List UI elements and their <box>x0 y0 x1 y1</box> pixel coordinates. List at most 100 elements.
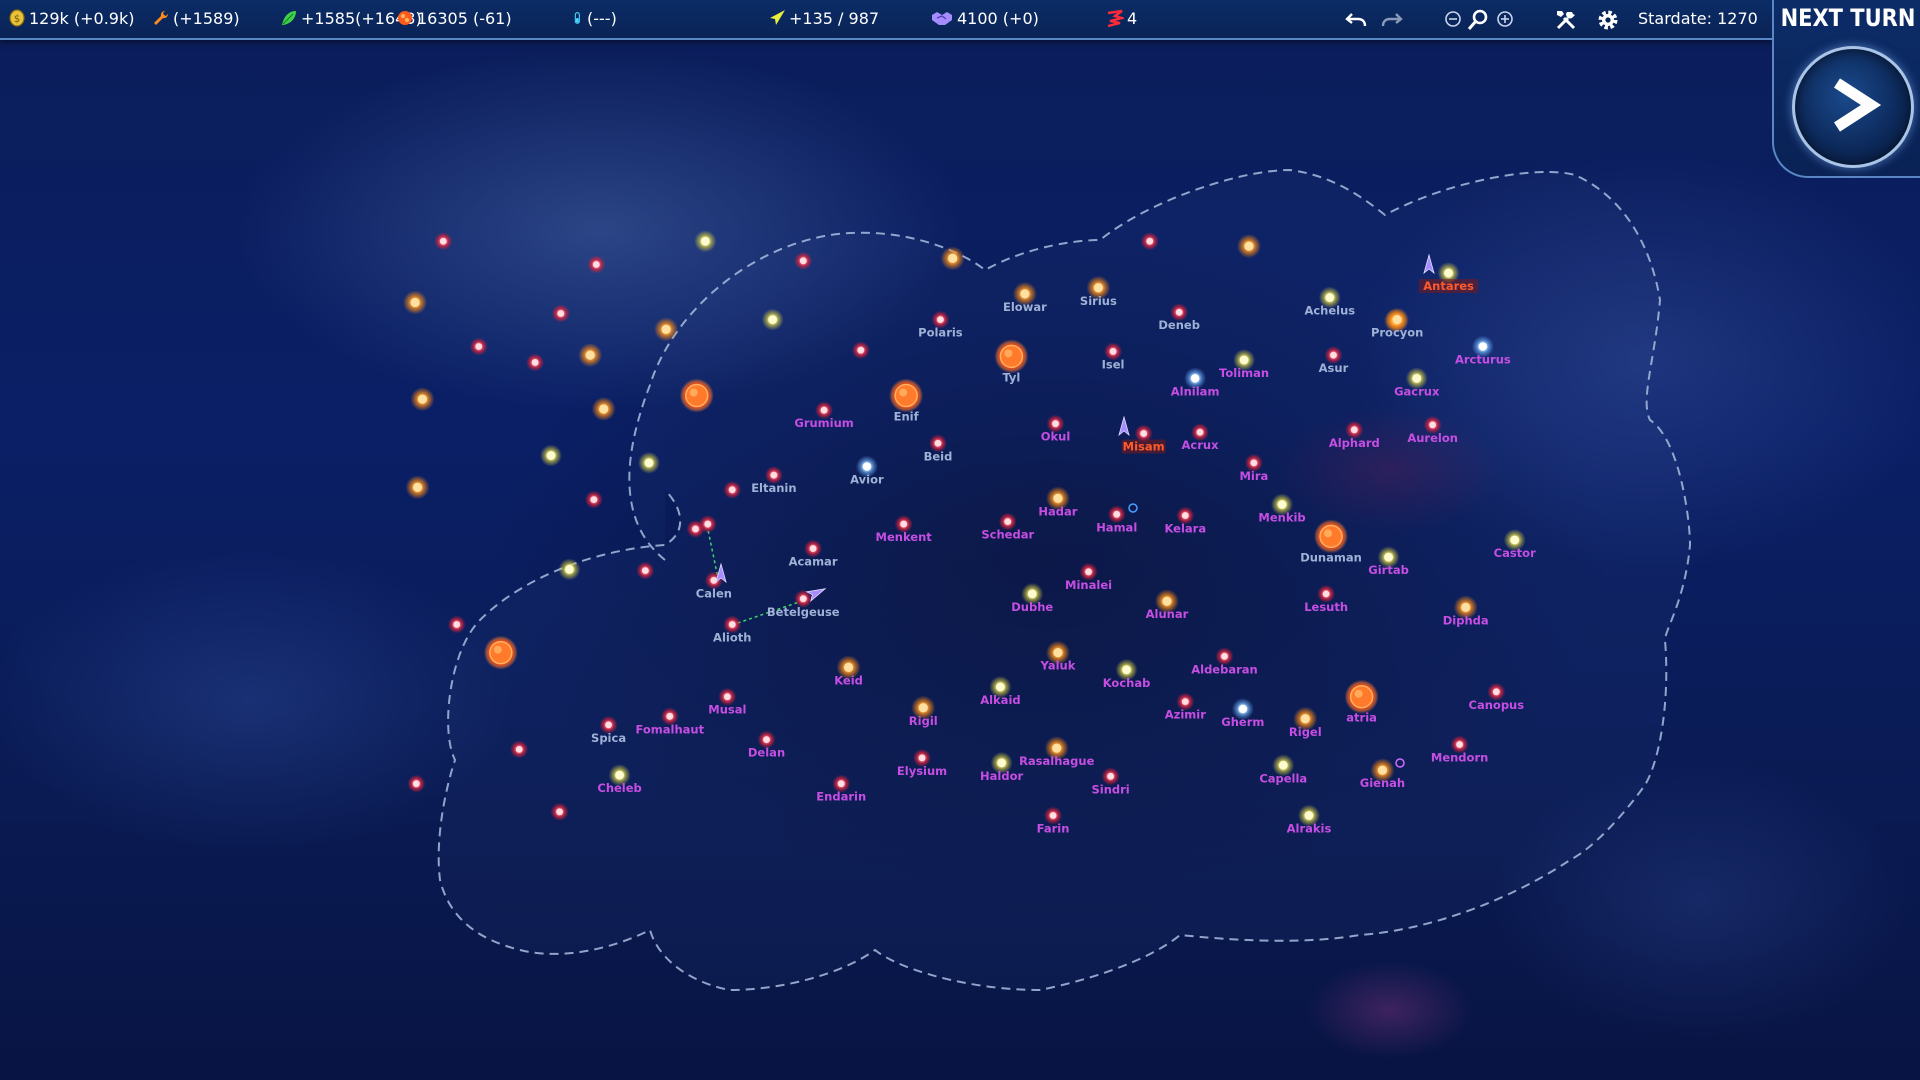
fleets-resource[interactable]: 4 <box>1106 0 1137 38</box>
star-core <box>692 525 699 533</box>
star-system[interactable] <box>526 353 545 372</box>
undo-icon[interactable] <box>1344 8 1368 32</box>
command-resource[interactable]: +135 / 987 <box>768 0 879 38</box>
star-system[interactable] <box>587 255 606 274</box>
star-system[interactable] <box>794 251 813 270</box>
star-core <box>489 640 513 665</box>
star-core <box>862 462 872 471</box>
star-core <box>768 315 778 324</box>
star-core <box>948 253 958 263</box>
system-label: Menkib <box>1258 510 1305 524</box>
star-system[interactable] <box>637 451 660 474</box>
star-core <box>641 567 649 575</box>
credits-resource[interactable]: $ 129k (+0.9k) <box>8 0 135 38</box>
star-system[interactable] <box>447 615 466 634</box>
star-system[interactable] <box>550 802 569 821</box>
system-label: Toliman <box>1219 366 1269 380</box>
industry-resource[interactable]: (+1589) <box>152 0 240 38</box>
test-tube-icon <box>574 12 580 24</box>
population-resource[interactable]: 16305 (-61) <box>396 0 512 38</box>
next-turn-panel: NEXT TURN <box>1772 0 1920 178</box>
gear-icon[interactable] <box>1596 8 1620 32</box>
system-label: Hamal <box>1096 520 1137 534</box>
system-label: Grumium <box>794 416 853 430</box>
star-system[interactable] <box>469 337 488 356</box>
star-core <box>412 482 423 492</box>
star-system[interactable] <box>403 290 428 315</box>
zoom-in-icon[interactable] <box>1496 10 1514 28</box>
fleets-value: 4 <box>1127 9 1138 28</box>
system-label: Misam <box>1123 439 1165 453</box>
star-core <box>1221 652 1228 660</box>
star-highlight <box>689 388 698 397</box>
star-system[interactable] <box>694 230 717 253</box>
system-label: Rasalhague <box>1019 754 1095 768</box>
star-core <box>820 406 828 414</box>
star-system[interactable] <box>578 343 603 368</box>
star-core <box>1377 765 1388 775</box>
star-system[interactable] <box>483 635 518 670</box>
star-system[interactable] <box>405 475 430 500</box>
zoom-out-icon[interactable] <box>1444 10 1462 28</box>
star-system[interactable] <box>1140 232 1159 251</box>
star-system[interactable] <box>591 396 616 421</box>
system-label: Calen <box>696 586 732 600</box>
star-system[interactable] <box>540 444 563 467</box>
system-label: Gienah <box>1360 776 1405 790</box>
star-system[interactable] <box>686 519 705 538</box>
star-system[interactable] <box>940 246 965 271</box>
system-label: Sirius <box>1080 294 1117 308</box>
star-core <box>599 404 609 414</box>
star-system[interactable] <box>434 232 453 251</box>
star-core <box>1429 421 1437 429</box>
star-system[interactable] <box>551 304 570 323</box>
star-system[interactable] <box>679 378 714 413</box>
command-value: +135 / 987 <box>789 9 880 28</box>
system-label: Fomalhaut <box>635 722 704 736</box>
system-label: Avior <box>850 473 884 487</box>
system-label: Yaluk <box>1040 659 1076 673</box>
star-core <box>1412 373 1422 383</box>
influence-resource[interactable]: 4100 (+0) <box>930 0 1039 38</box>
star-core <box>894 383 918 408</box>
star-highlight <box>899 388 908 397</box>
system-label: Delan <box>748 746 785 760</box>
galaxy-map[interactable]: Antares Achelus Procyon Arcturus Asur Gacrux A… <box>0 0 1920 1080</box>
research-resource[interactable]: (---) <box>572 0 617 38</box>
star-system[interactable] <box>851 341 870 360</box>
star-core <box>412 780 420 788</box>
star-core <box>1300 714 1310 724</box>
star-system[interactable] <box>410 387 435 412</box>
next-turn-button[interactable] <box>1792 46 1914 168</box>
system-enif[interactable]: Enif <box>889 378 924 424</box>
star-system[interactable] <box>636 561 655 580</box>
star-core <box>918 754 926 762</box>
system-label: Elowar <box>1003 300 1047 314</box>
star-core <box>585 350 595 360</box>
star-system[interactable] <box>654 317 679 342</box>
star-core <box>1027 589 1037 599</box>
system-label: Alrakis <box>1287 822 1332 836</box>
star-system[interactable] <box>584 490 603 509</box>
star-core <box>1322 590 1330 598</box>
ship-icon <box>770 10 785 25</box>
star-highlight <box>493 645 502 654</box>
redo-icon[interactable] <box>1380 8 1404 32</box>
star-system[interactable] <box>723 480 742 499</box>
star-system[interactable] <box>407 774 426 793</box>
magnifier-icon[interactable] <box>1466 8 1490 32</box>
star-core <box>1181 512 1189 519</box>
star-system[interactable] <box>510 740 529 759</box>
star-core <box>661 324 671 334</box>
tools-icon[interactable] <box>1554 8 1578 32</box>
star-core <box>918 703 928 713</box>
star-system[interactable] <box>1236 234 1261 259</box>
star-core <box>1304 811 1314 820</box>
system-label: Polaris <box>918 326 963 340</box>
system-label: Gherm <box>1221 715 1264 729</box>
star-system[interactable] <box>558 558 581 581</box>
star-system[interactable] <box>761 308 784 331</box>
system-atria[interactable]: atria <box>1344 679 1379 725</box>
system-label: Procyon <box>1371 326 1423 340</box>
star-core <box>475 343 483 350</box>
